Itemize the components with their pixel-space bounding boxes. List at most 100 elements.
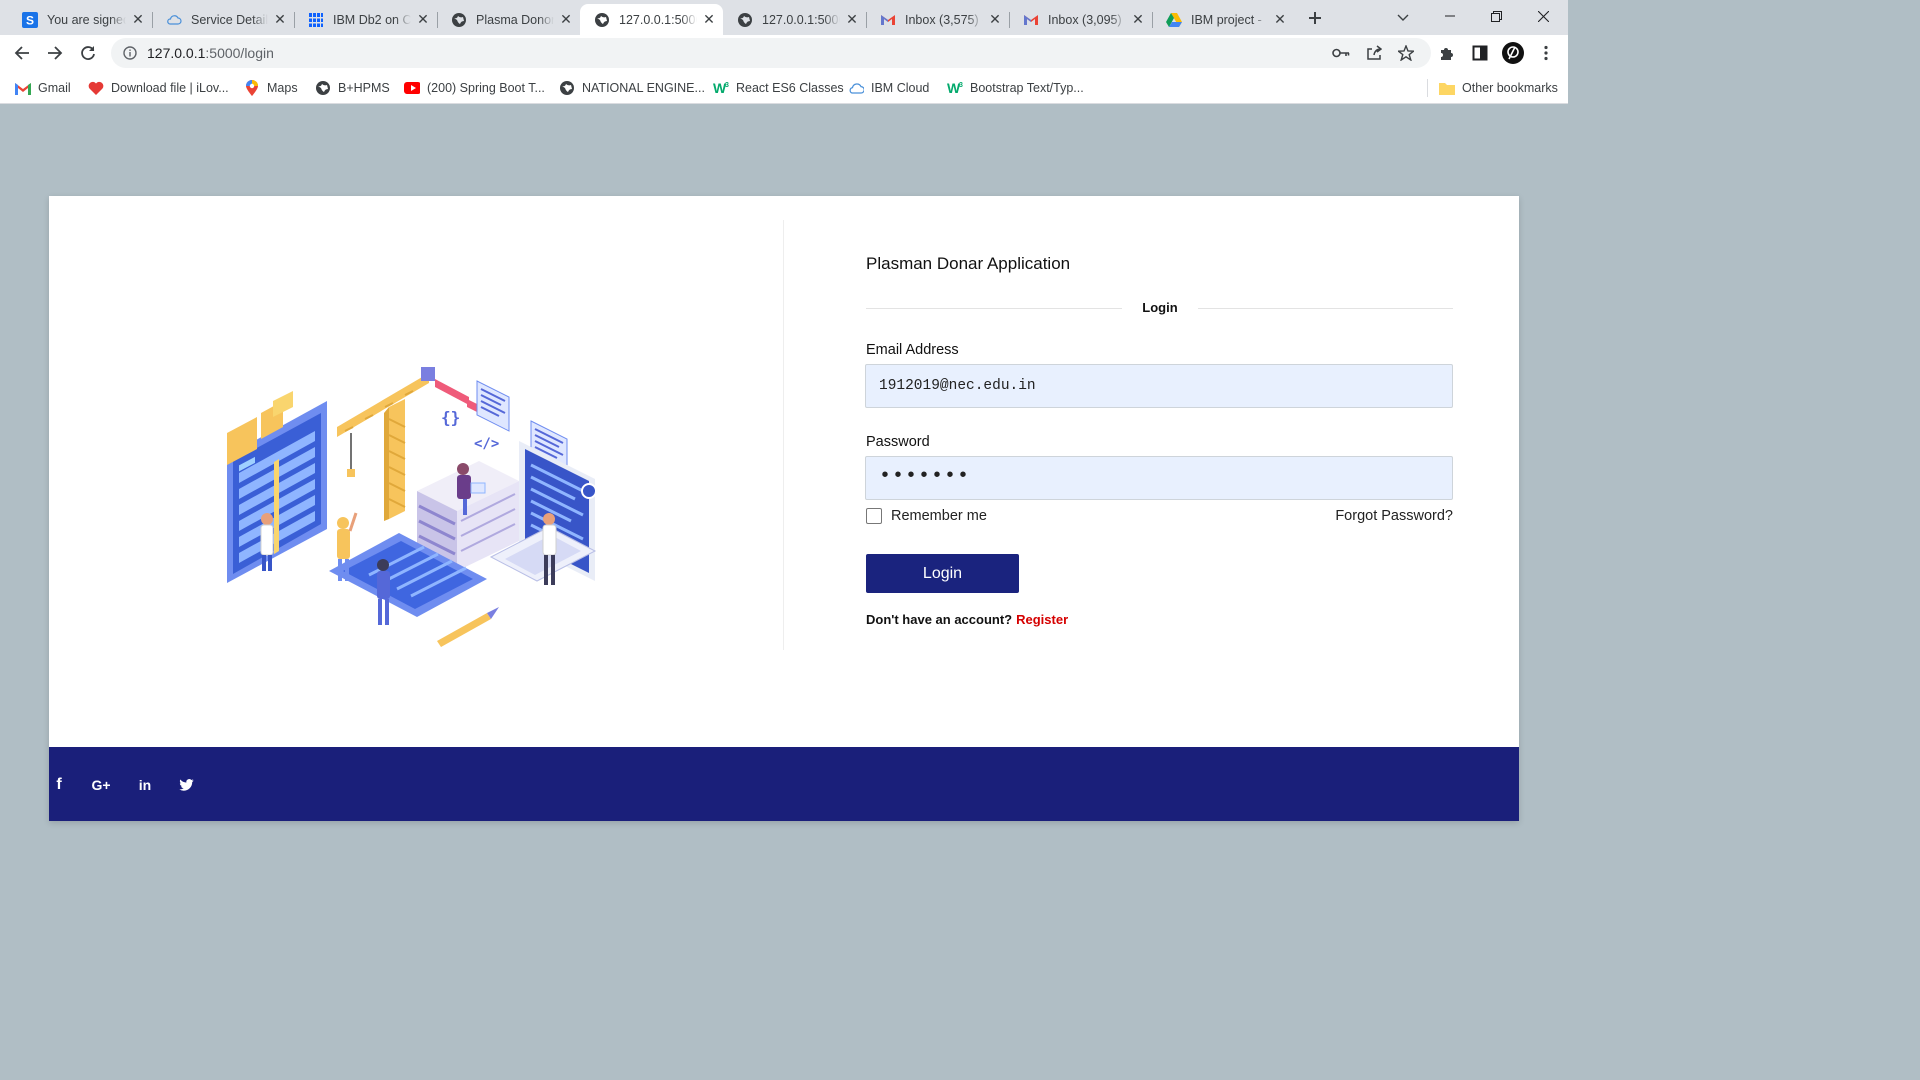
minimize-icon[interactable] [1427, 0, 1473, 32]
close-tab-icon[interactable]: ✕ [272, 11, 288, 28]
globe-icon [315, 80, 331, 96]
other-bookmarks[interactable]: Other bookmarks [1439, 78, 1558, 98]
cloud-icon [166, 12, 182, 28]
side-panel-icon[interactable] [1470, 43, 1490, 63]
remember-me-checkbox[interactable] [866, 508, 882, 524]
url-path: :5000/login [205, 45, 274, 61]
tab-search-chevron-icon[interactable] [1391, 6, 1415, 30]
bookmark-national-engine[interactable]: NATIONAL ENGINE... [559, 78, 705, 98]
close-tab-icon[interactable]: ✕ [1130, 11, 1146, 28]
extensions-puzzle-icon[interactable] [1437, 43, 1457, 63]
profile-avatar-icon[interactable] [1502, 42, 1524, 64]
close-tab-icon[interactable]: ✕ [558, 11, 574, 28]
tab[interactable]: 127.0.0.1:5000 ✕ [723, 4, 867, 35]
forward-icon[interactable] [41, 39, 69, 67]
s-logo-icon: S [22, 11, 38, 28]
close-tab-icon[interactable]: ✕ [415, 11, 431, 28]
cloud-icon [848, 80, 864, 96]
back-icon[interactable] [8, 39, 36, 67]
close-tab-icon[interactable]: ✕ [701, 11, 717, 28]
remember-me[interactable]: Remember me [866, 508, 987, 524]
bookmark-spring-boot[interactable]: (200) Spring Boot T... [404, 78, 545, 98]
gmail-icon [880, 12, 896, 28]
tab[interactable]: Inbox (3,095) - ✕ [1009, 4, 1153, 35]
youtube-icon [404, 80, 420, 96]
tab-title: IBM project - [1191, 12, 1262, 27]
tab[interactable]: IBM Db2 on Cl ✕ [294, 4, 438, 35]
twitter-icon[interactable] [178, 776, 194, 794]
svg-text:3: 3 [725, 82, 729, 89]
google-plus-icon[interactable]: G+ [90, 776, 112, 794]
login-button[interactable]: Login [866, 554, 1019, 593]
tab-title: 127.0.0.1:5000 [762, 12, 840, 27]
no-account-text: Don't have an account? [866, 612, 1013, 627]
app-title: Plasman Donar Application [866, 254, 1071, 273]
password-field[interactable]: ••••••• [865, 456, 1453, 500]
bookmark-ilovepdf[interactable]: Download file | iLov... [88, 78, 229, 98]
page-footer: f G+ in [49, 747, 1519, 821]
bookmark-star-icon[interactable] [1397, 44, 1415, 62]
close-window-icon[interactable] [1519, 0, 1568, 32]
gmail-icon [1023, 12, 1039, 28]
tab-title: Plasma Donor [476, 12, 554, 27]
bookmark-bootstrap-text[interactable]: W3 Bootstrap Text/Typ... [947, 78, 1084, 98]
bookmark-label: Bootstrap Text/Typ... [970, 81, 1084, 95]
close-tab-icon[interactable]: ✕ [1272, 11, 1288, 28]
drive-icon [1166, 12, 1182, 28]
bookmark-bhpms[interactable]: B+HPMS [315, 78, 390, 98]
svg-text:S: S [26, 13, 34, 27]
tab[interactable]: S You are signed ✕ [8, 4, 153, 35]
login-card: {} </> Plasman Donar Application Login E… [49, 196, 1519, 821]
linkedin-icon[interactable]: in [137, 776, 153, 794]
reload-icon[interactable] [74, 39, 102, 67]
tab-title: Inbox (3,575) - [905, 12, 983, 27]
tab-title: 127.0.0.1:5000 [619, 12, 697, 27]
svg-text:</>: </> [474, 436, 499, 452]
tab[interactable]: Service Details ✕ [152, 4, 295, 35]
other-bookmarks-label: Other bookmarks [1462, 81, 1558, 95]
forgot-password-link[interactable]: Forgot Password? [1335, 508, 1453, 524]
new-tab-icon[interactable] [1303, 6, 1327, 30]
tab[interactable]: IBM project - ✕ [1152, 4, 1294, 35]
remember-me-label: Remember me [891, 508, 987, 524]
tab[interactable]: Plasma Donor ✕ [437, 4, 580, 35]
tab-title: Service Details [191, 12, 268, 27]
close-tab-icon[interactable]: ✕ [844, 11, 860, 28]
address-bar[interactable]: 127.0.0.1:5000/login [111, 38, 1431, 68]
w3schools-icon: W3 [713, 80, 729, 96]
restore-icon[interactable] [1473, 0, 1519, 32]
heart-icon [88, 80, 104, 96]
register-link[interactable]: Register [1016, 612, 1068, 627]
login-section-header: Login [866, 299, 1453, 317]
svg-text:{}: {} [441, 408, 460, 427]
globe-icon [594, 12, 610, 28]
close-tab-icon[interactable]: ✕ [130, 11, 146, 28]
db-grid-icon [308, 12, 324, 28]
email-label: Email Address [866, 342, 959, 358]
bookmark-ibm-cloud[interactable]: IBM Cloud [848, 78, 929, 98]
column-divider [783, 220, 784, 650]
bookmarks-bar: Gmail Download file | iLov... Maps B+HPM… [0, 72, 1568, 104]
email-field[interactable]: 1912019@nec.edu.in [865, 364, 1453, 408]
globe-icon [737, 12, 753, 28]
tab-title: IBM Db2 on Cl [333, 12, 411, 27]
tab-active[interactable]: 127.0.0.1:5000 ✕ [580, 4, 723, 35]
tab-strip: S You are signed ✕ Service Details ✕ IBM… [0, 0, 1568, 35]
isometric-developer-illustration: {} </> [227, 367, 597, 647]
bookmark-label: NATIONAL ENGINE... [582, 81, 705, 95]
globe-icon [451, 12, 467, 28]
password-key-icon[interactable] [1332, 44, 1350, 62]
gmail-icon [15, 80, 31, 96]
url-host: 127.0.0.1 [147, 45, 206, 61]
bookmark-maps[interactable]: Maps [244, 78, 298, 98]
folder-icon [1439, 80, 1455, 96]
bookmark-react-es6[interactable]: W3 React ES6 Classes [713, 78, 844, 98]
chrome-menu-icon[interactable] [1536, 43, 1556, 63]
tab[interactable]: Inbox (3,575) - ✕ [866, 4, 1010, 35]
browser-toolbar: 127.0.0.1:5000/login [0, 35, 1568, 72]
facebook-icon[interactable]: f [53, 776, 65, 794]
site-info-icon[interactable] [122, 45, 138, 61]
share-icon[interactable] [1365, 44, 1383, 62]
close-tab-icon[interactable]: ✕ [987, 11, 1003, 28]
bookmark-gmail[interactable]: Gmail [15, 78, 71, 98]
